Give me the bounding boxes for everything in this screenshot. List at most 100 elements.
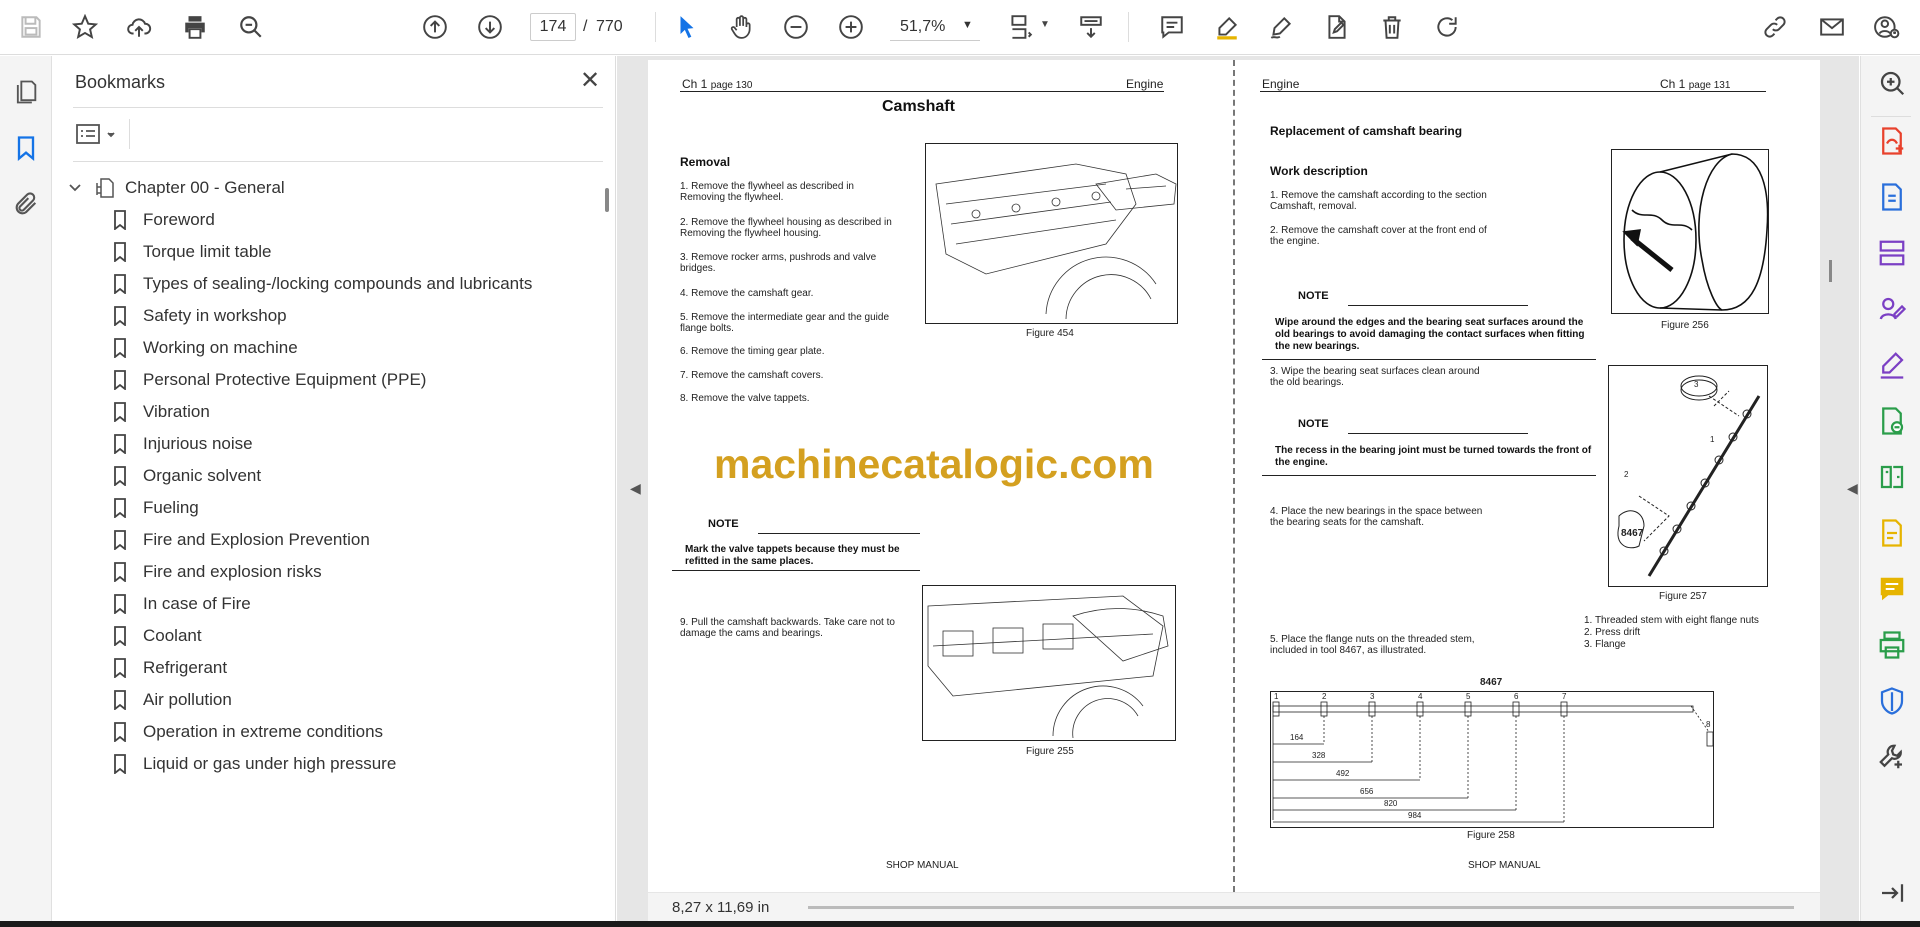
compare-icon[interactable] (1877, 462, 1907, 492)
edit-icon[interactable] (1320, 10, 1354, 44)
mail-icon[interactable] (1815, 10, 1849, 44)
zoom-in-icon[interactable] (834, 10, 868, 44)
bookmark-item[interactable]: Fire and explosion risks (113, 558, 322, 586)
note-rule (758, 533, 920, 534)
bookmark-item[interactable]: Refrigerant (113, 654, 227, 682)
pointer-icon[interactable] (670, 10, 704, 44)
chevron-down-icon[interactable] (67, 179, 85, 198)
zoom-out-icon[interactable] (779, 10, 813, 44)
attachment-icon[interactable] (12, 190, 40, 218)
note-label: NOTE (1298, 290, 1329, 302)
step-text: 1. Remove the flywheel as described in R… (680, 181, 854, 203)
arrow-up-icon[interactable] (418, 10, 452, 44)
page-footer: SHOP MANUAL (1468, 860, 1541, 871)
draw-icon[interactable] (1264, 10, 1298, 44)
hand-icon[interactable] (724, 10, 758, 44)
export-pdf-icon[interactable] (1877, 126, 1907, 156)
divider (73, 161, 603, 162)
bookmark-flag-icon (114, 562, 126, 582)
watermark-text: machinecatalogic.com (714, 441, 1154, 487)
step-text: 1. Remove the camshaft according to the … (1270, 190, 1487, 212)
bookmark-item-label: Fueling (143, 498, 199, 517)
bookmark-item[interactable]: In case of Fire (113, 590, 251, 618)
page-header-right: Ch 1 page 131 (1660, 77, 1730, 91)
figure-callout: 5 (1466, 692, 1471, 701)
collapse-panel-icon[interactable] (1877, 878, 1907, 908)
bookmark-item[interactable]: Operation in extreme conditions (113, 718, 383, 746)
bookmark-item[interactable]: Foreword (113, 206, 215, 234)
section-heading: Removal (680, 155, 731, 169)
delete-icon[interactable] (1375, 10, 1409, 44)
figure-title: 8467 (1480, 677, 1503, 688)
bookmark-item[interactable]: Organic solvent (113, 462, 261, 490)
bookmark-item[interactable]: Air pollution (113, 686, 232, 714)
comment-icon[interactable] (1155, 10, 1189, 44)
divider (73, 107, 603, 108)
upload-icon[interactable] (122, 10, 156, 44)
scan-ocr-icon[interactable] (1877, 518, 1907, 548)
close-icon[interactable]: ✕ (577, 68, 603, 94)
bookmark-flag-icon (114, 658, 126, 678)
figure-callout: 4 (1418, 692, 1423, 701)
search-icon[interactable] (234, 10, 268, 44)
bookmark-item[interactable]: Liquid or gas under high pressure (113, 750, 396, 778)
document-horizontal-scrollbar[interactable] (808, 906, 1794, 909)
bookmark-flag-icon (114, 338, 126, 358)
bookmark-item[interactable]: Fueling (113, 494, 199, 522)
comment-tool-icon[interactable] (1877, 574, 1907, 604)
account-icon[interactable] (1870, 10, 1904, 44)
bookmark-item[interactable]: Safety in workshop (113, 302, 287, 330)
figure-callout: 2 (1322, 692, 1327, 701)
request-signature-icon[interactable] (1877, 294, 1907, 324)
bookmark-icon[interactable] (12, 134, 40, 162)
bookmark-chapter-00[interactable]: Chapter 00 - General (67, 174, 285, 202)
bookmark-item[interactable]: Types of sealing-/locking compounds and … (113, 270, 532, 298)
bookmark-item[interactable]: Coolant (113, 622, 202, 650)
figure-255-illustration (922, 585, 1176, 741)
zoom-search-icon[interactable] (1877, 68, 1907, 98)
bookmark-item[interactable]: Working on machine (113, 334, 298, 362)
dimension-label: 492 (1336, 769, 1350, 778)
step-text: 3. Remove rocker arms, pushrods and valv… (680, 252, 877, 274)
arrow-down-icon[interactable] (473, 10, 507, 44)
scroll-mode-icon[interactable] (1074, 10, 1108, 44)
header-chapter: Ch 1 (1660, 77, 1686, 91)
bookmark-item[interactable]: Fire and Explosion Prevention (113, 526, 370, 554)
figure-callout: 6 (1514, 692, 1519, 701)
star-icon[interactable] (68, 10, 102, 44)
create-pdf-icon[interactable] (1877, 182, 1907, 212)
fill-sign-icon[interactable] (1877, 350, 1907, 380)
bookmark-options-button[interactable] (75, 122, 119, 148)
compress-pdf-icon[interactable] (1877, 406, 1907, 436)
document-vertical-scrollbar[interactable] (1829, 260, 1832, 282)
toolbar-divider (655, 12, 656, 42)
bookmark-scrollbar[interactable] (605, 188, 609, 212)
chevron-down-icon[interactable]: ▼ (962, 19, 973, 31)
bookmark-item[interactable]: Personal Protective Equipment (PPE) (113, 366, 426, 394)
bookmark-item[interactable]: Torque limit table (113, 238, 272, 266)
collapse-left-panel-icon[interactable]: ◀ (630, 480, 641, 497)
bookmark-item-label: Operation in extreme conditions (143, 722, 384, 741)
print-production-icon[interactable] (1877, 630, 1907, 660)
figure-callout: 1 (1710, 435, 1715, 444)
bookmark-flag-icon (114, 722, 126, 742)
save-icon[interactable] (14, 10, 48, 44)
bookmark-item[interactable]: Injurious noise (113, 430, 253, 458)
protect-icon[interactable] (1877, 686, 1907, 716)
collapse-right-panel-icon[interactable]: ◀ (1847, 480, 1858, 497)
page-number-input[interactable]: 174 (530, 13, 576, 41)
bookmark-flag-icon (114, 466, 126, 486)
pages-icon[interactable] (12, 78, 40, 106)
organize-pages-icon[interactable] (1877, 238, 1907, 268)
step-text: 7. Remove the camshaft covers. (680, 370, 824, 381)
more-tools-icon[interactable] (1877, 742, 1907, 772)
print-icon[interactable] (178, 10, 212, 44)
highlight-icon[interactable] (1210, 10, 1244, 44)
bookmark-item-label: Foreword (143, 210, 215, 229)
chevron-down-icon[interactable]: ▼ (1040, 19, 1050, 30)
page-fit-icon[interactable] (1003, 10, 1037, 44)
link-icon[interactable] (1758, 10, 1792, 44)
section-heading: Replacement of camshaft bearing (1270, 124, 1463, 138)
rotate-icon[interactable] (1430, 10, 1464, 44)
bookmark-item[interactable]: Vibration (113, 398, 210, 426)
